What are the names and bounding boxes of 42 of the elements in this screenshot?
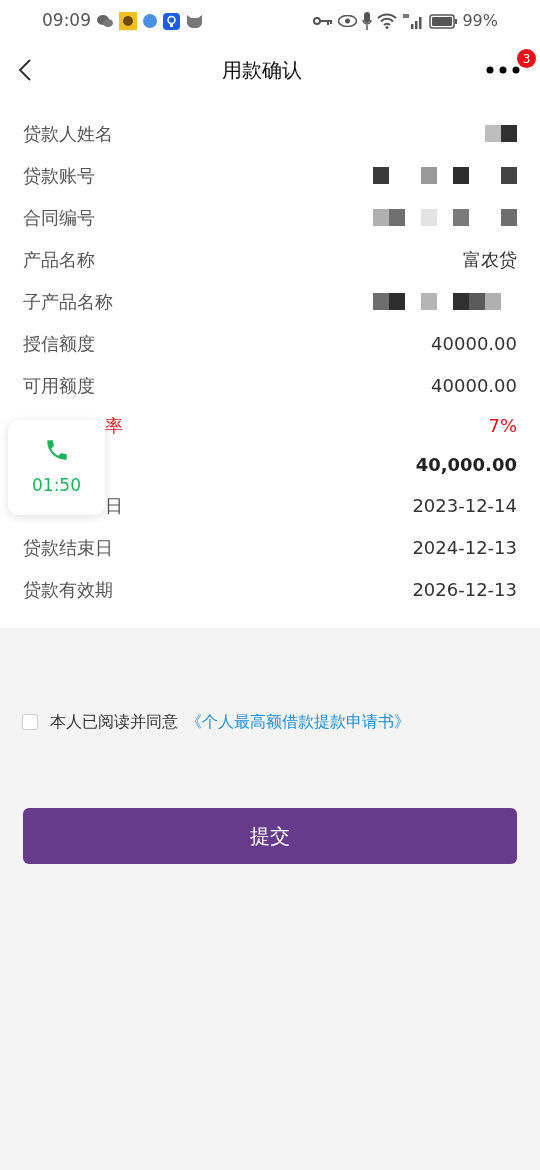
redaction-mosaic-drawing [485,124,517,142]
call-widget[interactable]: 01:50 [8,420,105,515]
microphone-icon [362,12,373,30]
page-title: 用款确认 [222,57,302,84]
battery-level: 99% [462,10,498,32]
field-value: 2023-12-14 [412,493,517,518]
wifi-icon [377,13,398,29]
field-label: 率 [105,414,123,438]
field-value: 7% [488,414,517,438]
submit-button[interactable]: 提交 [23,808,517,864]
notification-badge: 3 [517,49,536,68]
status-time: 09:09 [42,9,91,33]
cat-icon [186,14,203,28]
more-icon[interactable] [486,66,522,74]
field-label: 贷款账号 [23,163,95,188]
chat-icon [97,14,113,28]
field-label: 可用额度 [23,373,95,398]
field-label: 日 [105,493,123,518]
field-label: 合同编号 [23,205,95,230]
field-label: 子产品名称 [23,289,113,314]
agreement-text: 本人已阅读并同意 [50,711,178,733]
field-label: 产品名称 [23,247,95,272]
key-icon [313,16,334,26]
field-label: 贷款结束日 [23,535,113,560]
signal-icon [402,13,425,29]
call-timer: 01:50 [32,473,81,497]
field-value: 富农贷 [463,247,517,272]
field-value: 2026-12-13 [412,577,517,602]
agreement-checkbox[interactable] [22,714,38,730]
field-value: 40000.00 [431,331,517,356]
field-value: 2024-12-13 [412,535,517,560]
app-icon [143,14,157,28]
eye-icon [338,15,358,27]
battery-icon [429,13,458,29]
field-value: 40,000.00 [415,453,517,477]
field-label: 贷款有效期 [23,577,113,602]
field-value: 40000.00 [431,373,517,398]
field-label: 授信额度 [23,331,95,356]
field-label: 贷款人姓名 [23,121,113,146]
lightbulb-icon [163,12,180,30]
app-icon [119,12,137,30]
agreement-link[interactable]: 《个人最高额借款提款申请书》 [186,710,410,734]
